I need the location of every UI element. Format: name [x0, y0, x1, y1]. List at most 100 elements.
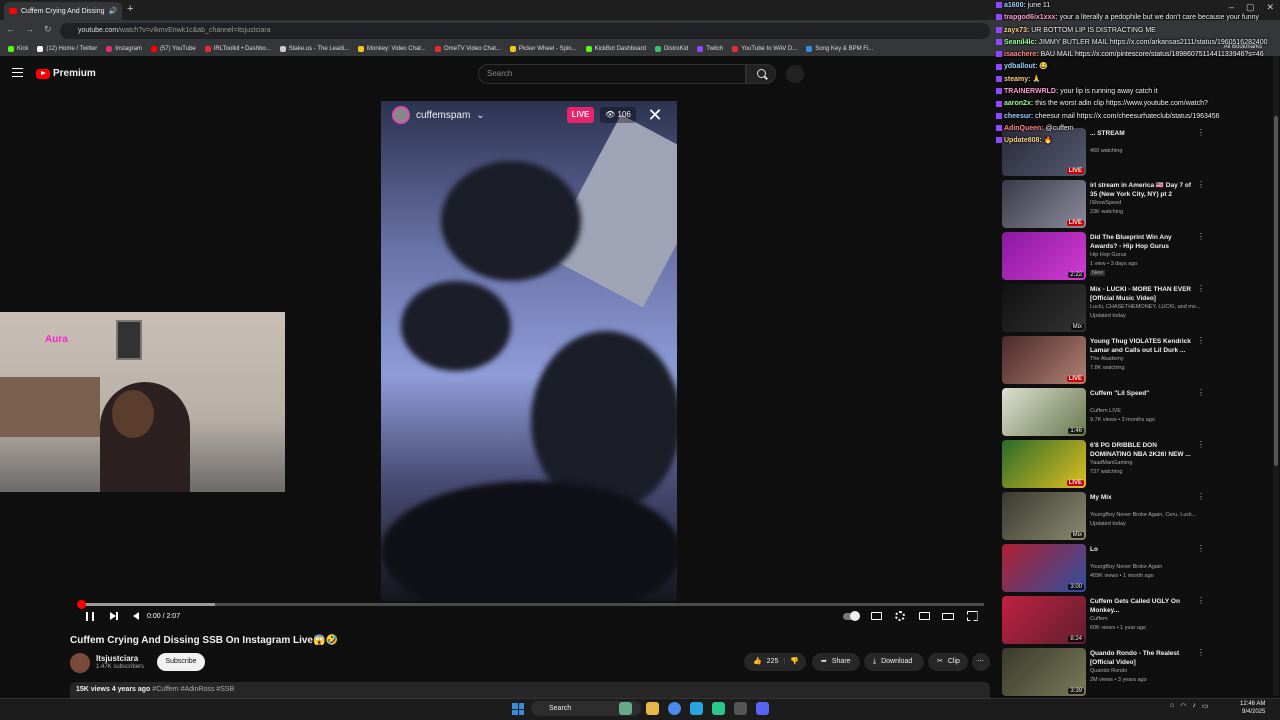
more-options-icon[interactable]: ⋮ [1197, 128, 1205, 137]
video-player[interactable] [381, 101, 677, 601]
recommendation-channel[interactable]: Cuffem [1090, 616, 1220, 622]
recommendation-thumbnail[interactable]: LIVE [1002, 336, 1086, 384]
more-options-icon[interactable]: ⋮ [1197, 336, 1205, 345]
recommendation-title[interactable]: 6'8 PG DRIBBLE DON DOMINATING NBA 2K26! … [1090, 441, 1195, 459]
discord-icon[interactable] [756, 702, 769, 715]
recommendation-thumbnail[interactable]: LIVE [1002, 128, 1086, 176]
theater-button[interactable] [941, 608, 955, 624]
recommendation-item[interactable]: 2:22 Did The Blueprint Win Any Awards? - … [1001, 230, 1271, 282]
clip-button[interactable]: ✂ Clip [928, 653, 968, 671]
voice-search-icon[interactable] [786, 65, 804, 83]
bookmark-item[interactable]: YouTube to WAV D... [732, 46, 797, 52]
bookmark-item[interactable]: Twitch [697, 46, 723, 52]
recommendation-item[interactable]: 3:39 Quando Rondo - The Realest [Official… [1001, 646, 1271, 698]
autoplay-toggle[interactable] [841, 608, 861, 624]
recommendation-item[interactable]: Mix Mix - LUCKI - MORE THAN EVER [Officia… [1001, 282, 1271, 334]
search-icon[interactable] [746, 64, 776, 84]
subscribe-button[interactable]: Subscribe [157, 653, 205, 671]
progress-bar[interactable] [76, 600, 984, 609]
recommendation-channel[interactable]: YaadManGaming [1090, 460, 1220, 466]
hamburger-menu-icon[interactable] [12, 68, 23, 77]
volume-button[interactable] [129, 608, 143, 624]
more-options-icon[interactable]: ⋮ [1197, 492, 1205, 501]
bookmark-item[interactable]: Picker Wheel - Spin... [509, 46, 577, 52]
like-dislike-button[interactable]: 👍 225 | 👎 [744, 653, 806, 671]
page-scrollbar[interactable] [1273, 56, 1279, 696]
more-options-icon[interactable]: ⋮ [1197, 180, 1205, 189]
file-explorer-icon[interactable] [646, 702, 659, 715]
settings-button[interactable] [893, 608, 907, 624]
recommendation-title[interactable]: irl stream in America 🇺🇸 Day 7 of 35 (Ne… [1090, 181, 1195, 199]
more-options-icon[interactable]: ⋮ [1197, 232, 1205, 241]
bookmark-item[interactable]: (12) Home / Twitter [37, 46, 97, 52]
more-options-icon[interactable]: ⋮ [1197, 440, 1205, 449]
app-icon-gray[interactable] [734, 702, 747, 715]
recommendation-item[interactable]: Mix My Mix YoungBoy Never Broke Again, Cer… [1001, 490, 1271, 542]
telegram-icon[interactable] [690, 702, 703, 715]
more-options-icon[interactable]: ⋮ [1197, 388, 1205, 397]
recommendation-thumbnail[interactable]: 8:24 [1002, 596, 1086, 644]
recommendation-channel[interactable]: IShowSpeed [1090, 200, 1220, 206]
recommendation-item[interactable]: 3:00 Lo YoungBoy Never Broke Again 409K vie… [1001, 542, 1271, 594]
share-button[interactable]: ➦ Share [812, 653, 860, 671]
bookmark-item[interactable]: (57) YouTube [150, 46, 196, 52]
recommendation-thumbnail[interactable]: 3:00 [1002, 544, 1086, 592]
recommendation-item[interactable]: 8:24 Cuffem Gets Called UGLY On Monkey...… [1001, 594, 1271, 646]
recommendation-thumbnail[interactable]: Mix [1002, 492, 1086, 540]
youtube-premium-logo[interactable]: Premium [36, 68, 96, 79]
recommendation-title[interactable]: Cuffem "Lil Speed" [1090, 389, 1195, 398]
recommendation-item[interactable]: LIVE Young Thug VIOLATES Kendrick Lamar a… [1001, 334, 1271, 386]
recommendation-item[interactable]: 1:46 Cuffem "Lil Speed" Cuffem LIVE 9.7K vi… [1001, 386, 1271, 438]
recommendation-channel[interactable]: Quando Rondo [1090, 668, 1220, 674]
recommendation-thumbnail[interactable]: LIVE [1002, 180, 1086, 228]
recommendation-channel[interactable]: Hip Hop Gurus [1090, 252, 1220, 258]
reload-icon[interactable]: ↻ [44, 24, 52, 35]
miniplayer-button[interactable] [917, 608, 931, 624]
recommendation-title[interactable]: Did The Blueprint Win Any Awards? - Hip … [1090, 233, 1195, 251]
recommendation-channel[interactable]: The Akademy [1090, 356, 1220, 362]
recommendation-title[interactable]: Lo [1090, 545, 1195, 554]
bookmark-item[interactable]: Kick [8, 46, 28, 52]
bookmark-item[interactable]: OmeTV Video Chat... [434, 46, 501, 52]
recommendation-title[interactable]: Young Thug VIOLATES Kendrick Lamar and C… [1090, 337, 1195, 355]
recommendation-title[interactable]: Cuffem Gets Called UGLY On Monkey... [1090, 597, 1195, 615]
recommendation-title[interactable]: Mix - LUCKI - MORE THAN EVER [Official M… [1090, 285, 1195, 303]
recommendation-channel[interactable]: YoungBoy Never Broke Again [1090, 564, 1220, 570]
search-input[interactable]: Search [478, 64, 746, 84]
recommendation-thumbnail[interactable]: 3:39 [1002, 648, 1086, 696]
tab-close-icon[interactable]: ✕ [121, 7, 122, 15]
volume-tray-icon[interactable]: ♪ [1192, 702, 1196, 710]
recommendation-item[interactable]: LIVE ... STREAM 400 watching ⋮ [1001, 126, 1271, 178]
more-options-icon[interactable]: ⋮ [1197, 648, 1205, 657]
recommendation-title[interactable]: Quando Rondo - The Realest [Official Vid… [1090, 649, 1195, 667]
new-tab-button[interactable]: + [127, 3, 133, 15]
more-options-icon[interactable]: ⋮ [1197, 544, 1205, 553]
maximize-button[interactable]: ▢ [1246, 2, 1255, 13]
dislike-icon[interactable]: 👎 [790, 653, 799, 671]
pause-button[interactable] [83, 608, 97, 624]
bookmark-item[interactable]: IRLToolkit • Dashbo... [204, 46, 271, 52]
download-button[interactable]: ⤓ Download [864, 653, 924, 671]
recommendation-item[interactable]: LIVE irl stream in America 🇺🇸 Day 7 of 35… [1001, 178, 1271, 230]
bookmark-item[interactable]: Song Key & BPM Fi... [806, 46, 873, 52]
taskbar-app-widget-icon[interactable] [619, 702, 632, 715]
url-field[interactable]: youtube.com/watch?v=vIkmvEnwk1c&ab_chann… [60, 23, 990, 39]
scrollbar-thumb[interactable] [1274, 116, 1278, 466]
back-icon[interactable]: ← [6, 24, 15, 35]
battery-icon[interactable]: ▭ [1202, 702, 1209, 710]
bookmark-item[interactable]: KickBot Dashboard [585, 46, 646, 52]
hashtags[interactable]: #Cuffem #AdinRoss #SSB [152, 686, 234, 693]
next-button[interactable] [106, 608, 120, 624]
fullscreen-button[interactable] [965, 608, 979, 624]
recommendation-title[interactable]: My Mix [1090, 493, 1195, 502]
chrome-icon[interactable] [668, 702, 681, 715]
bookmark-item[interactable]: Stake.us - The Leadi... [279, 46, 349, 52]
recommendation-title[interactable]: ... STREAM [1090, 129, 1195, 138]
windows-start-icon[interactable] [512, 703, 524, 715]
forward-icon[interactable]: → [25, 24, 34, 35]
recommendation-thumbnail[interactable]: 2:22 [1002, 232, 1086, 280]
recommendation-thumbnail[interactable]: 1:46 [1002, 388, 1086, 436]
all-bookmarks-button[interactable]: All Bookmarks [1224, 44, 1262, 50]
wifi-icon[interactable]: ◠ [1180, 702, 1186, 710]
recommendation-thumbnail[interactable]: Mix [1002, 284, 1086, 332]
